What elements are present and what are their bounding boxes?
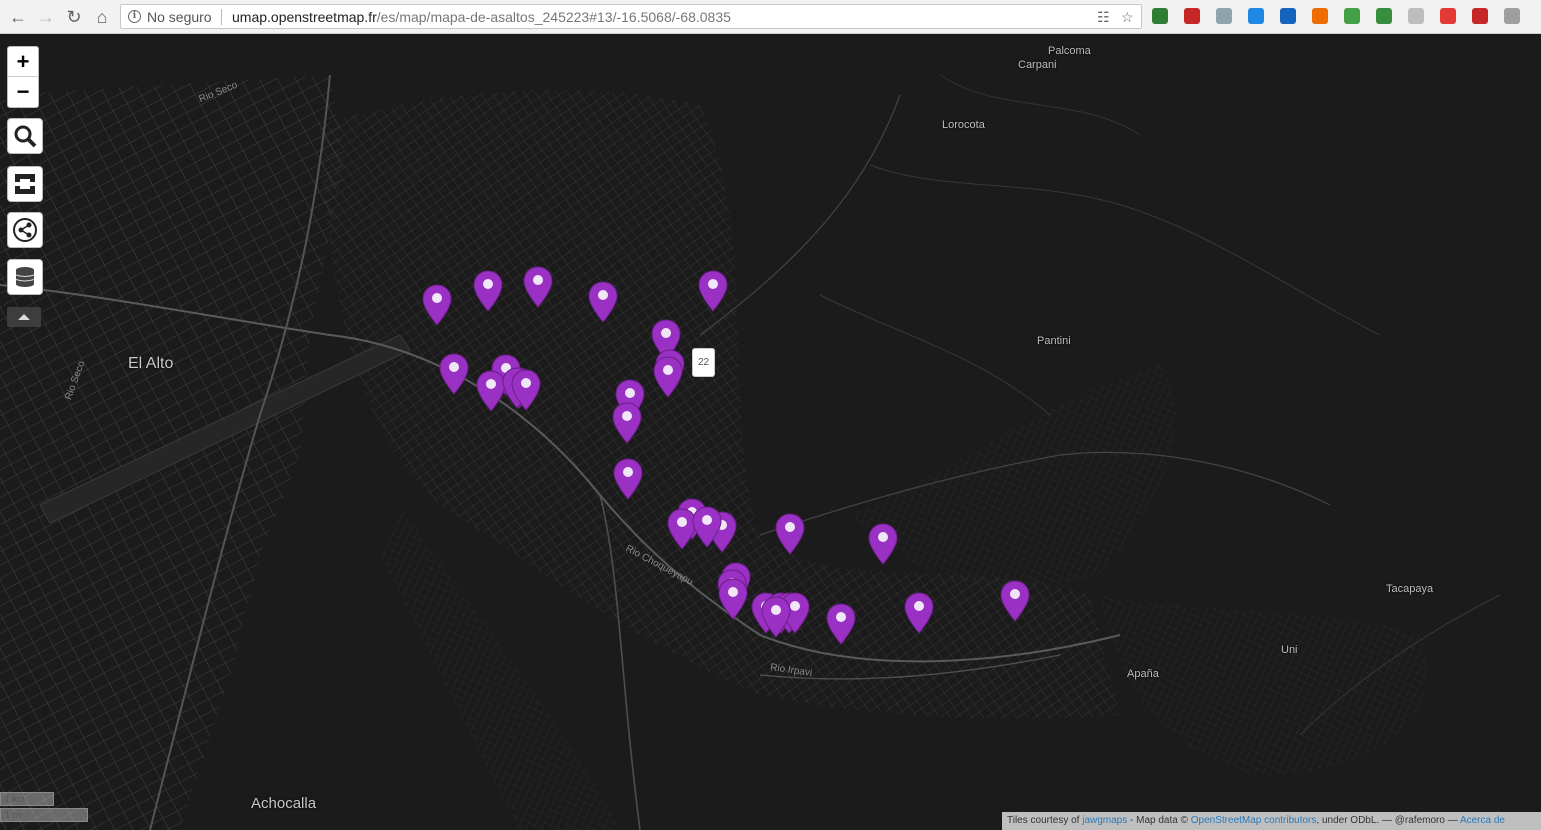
map-pin-icon	[588, 281, 618, 323]
place-label-palcoma: Palcoma	[1048, 45, 1091, 57]
map-pin-icon	[511, 369, 541, 411]
scale-km: 1 km	[0, 792, 54, 806]
url-text[interactable]: umap.openstreetmap.fr/es/map/mapa-de-asa…	[232, 9, 731, 25]
map-attribution: Tiles courtesy of jawgmaps - Map data © …	[1002, 812, 1541, 830]
map-pin-icon	[613, 458, 643, 500]
map-pin-icon	[422, 284, 452, 326]
search-button[interactable]	[7, 118, 43, 154]
map-pin-icon	[439, 353, 469, 395]
url-host: umap.openstreetmap.fr	[232, 9, 377, 25]
map-pin-icon	[473, 270, 503, 312]
layers-button[interactable]	[7, 259, 43, 295]
map-pin-icon	[1000, 580, 1030, 622]
map-pin-icon	[826, 603, 856, 645]
place-label-apana: Apaña	[1127, 668, 1159, 680]
map-tiles	[0, 35, 1541, 830]
map-marker[interactable]	[717, 577, 749, 621]
place-label-lorocota: Lorocota	[942, 119, 985, 131]
toggle-controls-button[interactable]	[7, 307, 41, 327]
map-marker[interactable]	[421, 283, 453, 327]
share-button[interactable]	[7, 212, 43, 248]
place-label-pantini: Pantini	[1037, 335, 1071, 347]
attribution-mid: - Map data ©	[1130, 815, 1188, 826]
address-divider	[221, 9, 222, 25]
forward-icon[interactable]: →	[34, 5, 58, 29]
reload-icon[interactable]: ↻	[62, 5, 86, 29]
database-icon	[15, 267, 35, 287]
map-marker[interactable]	[612, 457, 644, 501]
extension-icon[interactable]	[1440, 8, 1456, 24]
map-marker[interactable]	[691, 505, 723, 549]
map-pin-icon	[761, 596, 791, 638]
extension-icon[interactable]	[1504, 8, 1520, 24]
place-label-achocalla: Achocalla	[251, 795, 317, 812]
map-marker[interactable]	[697, 269, 729, 313]
extension-icon[interactable]	[1184, 8, 1200, 24]
zoom-in-button[interactable]: +	[8, 47, 38, 77]
place-label-uni: Uni	[1281, 644, 1298, 656]
map-pin-icon	[775, 513, 805, 555]
extension-icon[interactable]	[1312, 8, 1328, 24]
place-label-tacapaya: Tacapaya	[1386, 583, 1434, 595]
map-marker[interactable]	[438, 352, 470, 396]
map-marker[interactable]	[867, 522, 899, 566]
fullscreen-icon	[15, 174, 35, 194]
attribution-suffix: , under ODbL. — @rafemoro —	[1316, 815, 1458, 826]
map-marker[interactable]	[999, 579, 1031, 623]
map-pin-icon	[612, 402, 642, 444]
attribution-jawg-link[interactable]: jawgmaps	[1082, 815, 1127, 826]
extension-icon[interactable]	[1344, 8, 1360, 24]
browser-toolbar: ← → ↻ ⌂ i No seguro umap.openstreetmap.f…	[0, 0, 1541, 34]
map-marker[interactable]	[774, 512, 806, 556]
map-pin-icon	[523, 266, 553, 308]
scale-mi: 1 mi	[0, 808, 88, 822]
place-label-carpani: Carpani	[1018, 59, 1057, 71]
attribution-about-link[interactable]: Acerca de	[1460, 815, 1505, 826]
map-marker[interactable]	[652, 355, 684, 399]
share-icon	[13, 218, 37, 242]
bookmark-star-icon[interactable]: ☆	[1121, 9, 1134, 26]
extension-icon[interactable]	[1408, 8, 1424, 24]
extension-icon[interactable]	[1280, 8, 1296, 24]
zoom-out-button[interactable]: −	[8, 77, 38, 107]
extension-icon[interactable]	[1216, 8, 1232, 24]
extension-icon[interactable]	[1248, 8, 1264, 24]
extension-icon[interactable]	[1152, 8, 1168, 24]
map-pin-icon	[698, 270, 728, 312]
caret-up-icon	[18, 314, 30, 320]
place-label-el-alto: El Alto	[128, 355, 174, 372]
extension-icon[interactable]	[1376, 8, 1392, 24]
extension-icon[interactable]	[1472, 8, 1488, 24]
info-icon[interactable]: i	[128, 10, 141, 23]
map-marker[interactable]	[825, 602, 857, 646]
map-pin-icon	[868, 523, 898, 565]
security-label: No seguro	[147, 9, 212, 25]
map-marker[interactable]	[903, 591, 935, 635]
zoom-control: + −	[7, 46, 39, 108]
map-pin-icon	[653, 356, 683, 398]
map-pin-icon	[904, 592, 934, 634]
search-icon	[14, 125, 37, 148]
map-marker[interactable]	[472, 269, 504, 313]
home-icon[interactable]: ⌂	[90, 5, 114, 29]
map-marker[interactable]	[587, 280, 619, 324]
map-canvas[interactable]: El Alto Achocalla Palcoma Carpani Loroco…	[0, 35, 1541, 830]
attribution-osm-link[interactable]: OpenStreetMap contributors	[1191, 815, 1317, 826]
map-marker[interactable]	[522, 265, 554, 309]
map-marker[interactable]	[760, 595, 792, 639]
back-icon[interactable]: ←	[6, 5, 30, 29]
marker-tooltip: 22	[692, 348, 716, 377]
map-marker[interactable]	[510, 368, 542, 412]
fullscreen-button[interactable]	[7, 166, 43, 202]
map-marker[interactable]	[611, 401, 643, 445]
translate-icon[interactable]: ☷	[1097, 9, 1110, 26]
attribution-prefix: Tiles courtesy of	[1007, 815, 1080, 826]
url-path: /es/map/mapa-de-asaltos_245223#13/-16.50…	[376, 9, 731, 25]
address-bar[interactable]: i No seguro umap.openstreetmap.fr/es/map…	[120, 4, 1142, 29]
map-pin-icon	[718, 578, 748, 620]
map-pin-icon	[692, 506, 722, 548]
